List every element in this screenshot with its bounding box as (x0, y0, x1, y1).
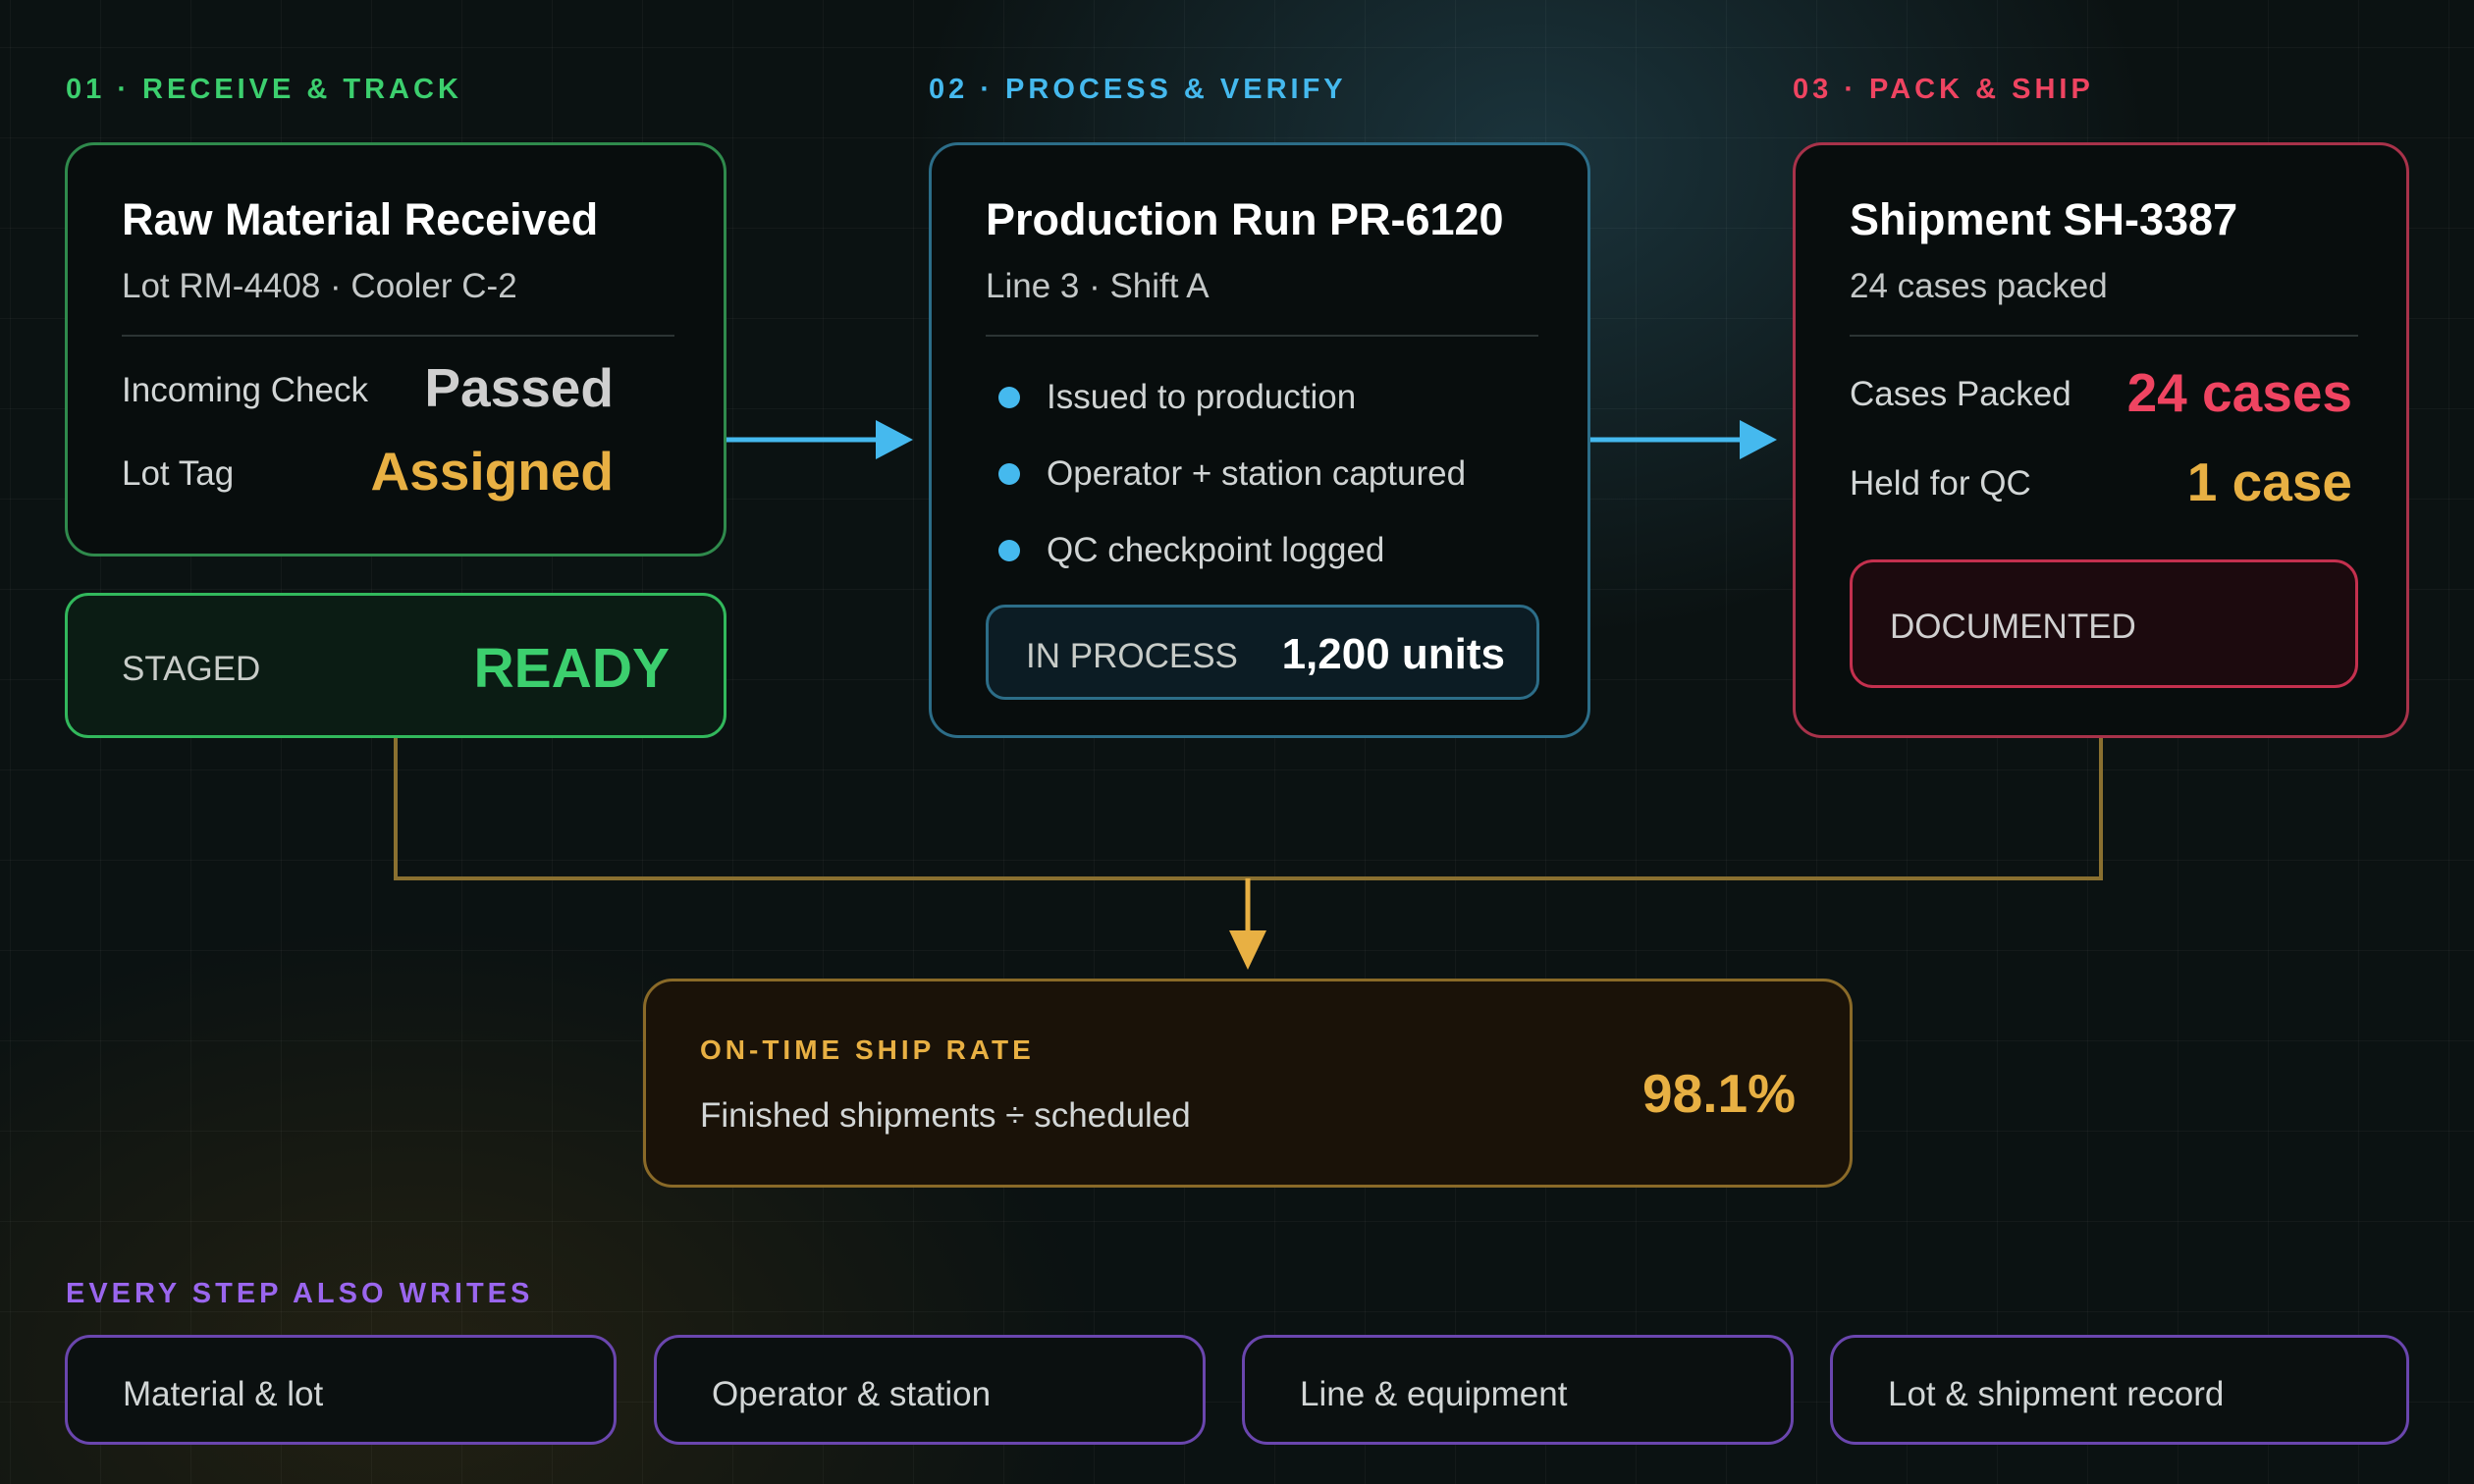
kpi-card: ON-TIME SHIP RATE Finished shipments ÷ s… (643, 979, 1853, 1188)
shipment-card: Shipment SH-3387 24 cases packed Cases P… (1793, 142, 2409, 738)
ready-value: READY (473, 637, 670, 700)
raw-material-card: Raw Material Received Lot RM-4408 · Cool… (65, 142, 726, 556)
cases-packed-label: Cases Packed (1850, 375, 2071, 413)
checklist-item: QC checkpoint logged (1047, 531, 1385, 569)
footer-label: EVERY STEP ALSO WRITES (66, 1278, 534, 1309)
card-title: Shipment SH-3387 (1850, 194, 2238, 244)
held-for-qc-value: 1 case (2186, 451, 2352, 512)
lot-tag-label: Lot Tag (122, 454, 235, 493)
step1-section-label: 01 · RECEIVE & TRACK (66, 74, 462, 105)
card-divider (986, 335, 1538, 337)
writes-item: Line & equipment (1242, 1335, 1794, 1445)
step2-section-label: 02 · PROCESS & VERIFY (929, 74, 1347, 105)
writes-item: Operator & station (654, 1335, 1206, 1445)
bullet-dot (998, 540, 1020, 561)
writes-item-label: Lot & shipment record (1888, 1375, 2225, 1413)
card-subtitle: 24 cases packed (1850, 267, 2108, 305)
card-title: Production Run PR-6120 (986, 194, 1504, 244)
in-process-label: IN PROCESS (1026, 637, 1238, 675)
held-for-qc-label: Held for QC (1850, 464, 2031, 503)
lot-tag-value: Assigned (370, 441, 614, 502)
card-subtitle: Lot RM-4408 · Cooler C-2 (122, 267, 517, 305)
incoming-check-value: Passed (424, 357, 614, 418)
staged-label: STAGED (122, 650, 261, 688)
kpi-label: ON-TIME SHIP RATE (700, 1034, 1035, 1065)
writes-item-label: Operator & station (712, 1375, 992, 1413)
kpi-formula: Finished shipments ÷ scheduled (700, 1096, 1191, 1135)
card-title: Raw Material Received (122, 194, 599, 244)
writes-item-label: Material & lot (123, 1375, 324, 1413)
kpi-value: 98.1% (1642, 1063, 1796, 1124)
card-divider (122, 335, 674, 337)
documented-status: DOCUMENTED (1850, 559, 2358, 688)
bullet-dot (998, 387, 1020, 408)
checklist-item: Issued to production (1047, 378, 1357, 416)
writes-item: Lot & shipment record (1830, 1335, 2409, 1445)
step3-section-label: 03 · PACK & SHIP (1793, 74, 2094, 105)
card-divider (1850, 335, 2358, 337)
documented-label: DOCUMENTED (1890, 608, 2136, 646)
staged-status-box: STAGED READY (65, 593, 726, 738)
writes-item: Material & lot (65, 1335, 617, 1445)
arrow-step1-to-step2 (726, 420, 913, 459)
incoming-check-label: Incoming Check (122, 371, 368, 409)
writes-item-label: Line & equipment (1300, 1375, 1568, 1413)
merge-connector-to-kpi (394, 738, 2103, 970)
production-run-card: Production Run PR-6120 Line 3 · Shift A … (929, 142, 1590, 738)
in-process-status: IN PROCESS 1,200 units (986, 605, 1539, 700)
checklist-item: Operator + station captured (1047, 454, 1467, 493)
arrow-step2-to-step3 (1590, 420, 1777, 459)
cases-packed-value: 24 cases (2126, 362, 2352, 423)
bullet-dot (998, 463, 1020, 485)
units-value: 1,200 units (1281, 630, 1505, 678)
card-subtitle: Line 3 · Shift A (986, 267, 1210, 305)
